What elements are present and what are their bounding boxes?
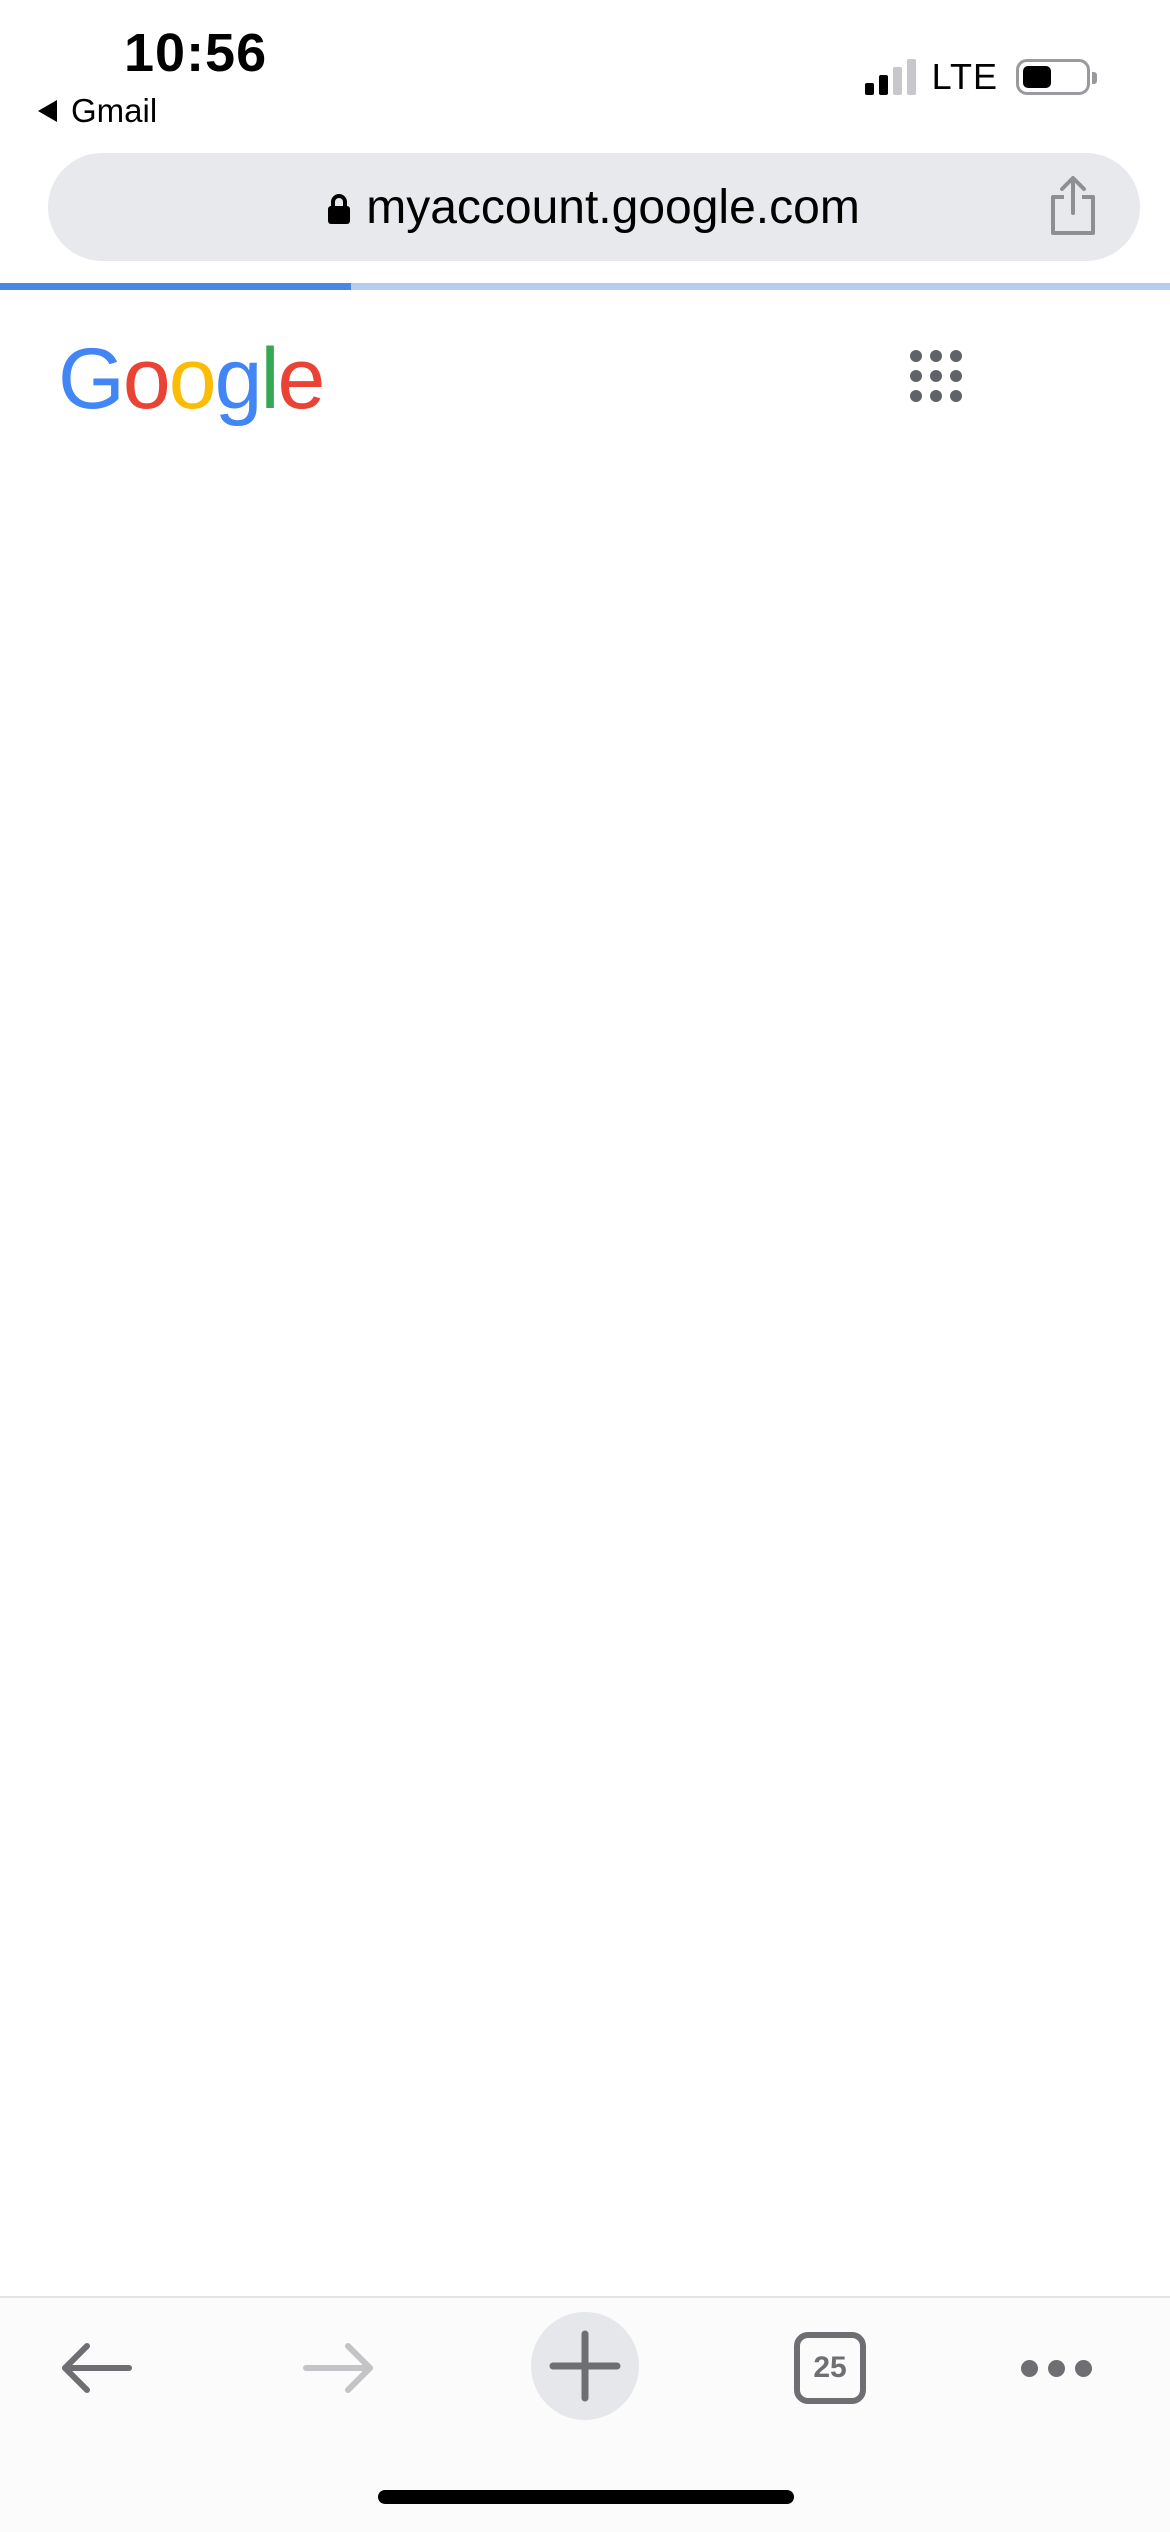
lock-icon <box>328 194 351 224</box>
page-load-progress-fill <box>0 283 351 290</box>
url-text: myaccount.google.com <box>366 180 860 234</box>
browser-screen: 10:56 Gmail LTE myaccount.google.com G o… <box>0 0 1170 2532</box>
google-logo-letter: g <box>214 331 263 427</box>
arrow-right-icon <box>303 2343 373 2393</box>
share-button[interactable] <box>1044 175 1102 237</box>
more-horizontal-icon <box>1016 2359 1097 2377</box>
cellular-signal-icon <box>864 59 916 95</box>
google-logo[interactable]: Google <box>58 322 326 427</box>
battery-level <box>1023 66 1051 88</box>
google-logo-letter: l <box>260 331 279 427</box>
home-indicator[interactable] <box>378 2490 794 2504</box>
address-bar[interactable]: myaccount.google.com <box>48 153 1140 261</box>
status-indicators: LTE <box>864 56 1097 98</box>
plus-icon <box>549 2330 621 2402</box>
network-type: LTE <box>931 56 998 97</box>
apps-grid-icon[interactable] <box>910 350 962 402</box>
arrow-left-icon <box>62 2343 132 2393</box>
google-logo-letter: G <box>58 331 125 427</box>
more-menu-button[interactable] <box>1008 2298 1104 2438</box>
battery-icon <box>1016 59 1097 95</box>
back-triangle-icon <box>38 100 57 122</box>
address-center: myaccount.google.com <box>48 153 1140 261</box>
google-logo-letter: o <box>122 331 171 427</box>
tab-switcher-button[interactable]: 25 <box>792 2298 868 2438</box>
page-load-progress <box>0 283 1170 290</box>
back-to-app-button[interactable]: Gmail <box>38 92 157 130</box>
tab-count: 25 <box>794 2332 866 2404</box>
back-app-label: Gmail <box>71 92 158 129</box>
new-tab-button[interactable] <box>531 2312 639 2420</box>
status-time: 10:56 <box>124 23 268 83</box>
google-logo-letter: o <box>168 331 217 427</box>
back-button[interactable] <box>50 2298 140 2438</box>
share-icon <box>1051 176 1095 235</box>
status-bar: 10:56 Gmail LTE <box>0 0 1170 140</box>
forward-button[interactable] <box>295 2298 385 2438</box>
google-logo-letter: e <box>277 331 326 427</box>
